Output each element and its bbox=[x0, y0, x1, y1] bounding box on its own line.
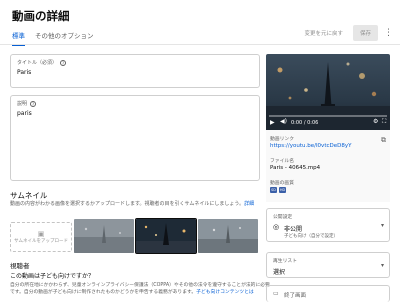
audience-description: 自分の所在地にかかわらず、児童オンラインプライバシー保護法（COPPA）やその他… bbox=[10, 282, 272, 296]
thumbnail-description: 動画の内容がわかる画像を選択するかアップロードします。視聴者の目を引くサムネイル… bbox=[10, 201, 262, 208]
chevron-down-icon: ▾ bbox=[380, 222, 384, 229]
video-info-panel: 動画リンク https://youtu.be/I0vtcDeD8yY ⧉ ファイ… bbox=[266, 130, 390, 202]
fullscreen-icon[interactable]: ⛶ bbox=[382, 118, 386, 126]
add-photo-icon: ▣ bbox=[37, 230, 45, 238]
video-link-label: 動画リンク bbox=[270, 137, 294, 142]
video-player[interactable]: ▶ ◀) 0:00 / 0:06 ⚙ ⛶ bbox=[266, 54, 390, 130]
visibility-label: 公開設定 bbox=[273, 215, 293, 220]
thumbnail-image bbox=[136, 219, 196, 253]
play-icon[interactable]: ▶ bbox=[270, 119, 275, 126]
description-input[interactable]: paris bbox=[17, 110, 32, 117]
quality-badge-sd: SD bbox=[270, 187, 277, 193]
description-field[interactable]: 説明 ? paris bbox=[10, 95, 260, 181]
quality-badge-hd: HD bbox=[279, 187, 286, 193]
title-field-label: タイトル（必須） bbox=[17, 60, 58, 66]
playlist-label: 再生リスト bbox=[273, 259, 297, 264]
visibility-off-icon: ◎ bbox=[273, 223, 280, 231]
end-screen-button[interactable]: ▭ 終了画面 bbox=[266, 285, 390, 302]
thumbnail-option[interactable] bbox=[74, 219, 134, 253]
video-link[interactable]: https://youtu.be/I0vtcDeD8yY bbox=[270, 143, 351, 149]
audience-question: この動画は子ども向けですか？ bbox=[10, 273, 95, 280]
playlist-value: 選択 bbox=[273, 269, 286, 276]
file-name-label: ファイル名 bbox=[270, 159, 294, 164]
end-screen-icon: ▭ bbox=[273, 290, 279, 297]
description-field-label-row: 説明 ? bbox=[17, 100, 37, 107]
header-divider bbox=[0, 44, 400, 45]
thumbnail-option-selected[interactable] bbox=[135, 218, 197, 254]
progress-bar[interactable] bbox=[269, 115, 387, 117]
playlist-select[interactable]: 再生リスト 選択 ▾ bbox=[266, 252, 390, 278]
player-controls: ▶ ◀) 0:00 / 0:06 ⚙ ⛶ bbox=[266, 114, 390, 130]
made-for-kids-link[interactable]: 子ども向けコンテンツとは bbox=[196, 290, 254, 295]
visibility-select[interactable]: 公開設定 ◎ 非公開 子ども向け（自分で設定） ▾ bbox=[266, 208, 390, 242]
video-quality-label: 動画の画質 bbox=[270, 181, 294, 186]
time-readout: 0:00 / 0:06 bbox=[291, 120, 319, 126]
copy-icon[interactable]: ⧉ bbox=[381, 136, 386, 145]
help-icon[interactable]: ? bbox=[30, 100, 37, 107]
visibility-sub: 子ども向け（自分で設定） bbox=[284, 234, 338, 239]
thumbnail-image bbox=[74, 219, 134, 253]
upload-thumbnail-label: サムネイルをアップロード bbox=[14, 239, 68, 244]
undo-changes-button[interactable]: 変更を元に戻す bbox=[300, 25, 347, 41]
page-title: 動画の詳細 bbox=[12, 9, 70, 23]
thumbnail-description-text: 動画の内容がわかる画像を選択するかアップロードします。視聴者の目を引くサムネイル… bbox=[10, 201, 245, 207]
title-field[interactable]: タイトル（必須） ? Paris bbox=[10, 54, 260, 88]
settings-gear-icon[interactable]: ⚙ bbox=[373, 118, 378, 125]
chevron-down-icon: ▾ bbox=[380, 262, 384, 269]
more-vert-icon[interactable]: ⋮ bbox=[384, 28, 393, 38]
thumbnail-option[interactable] bbox=[198, 219, 258, 253]
title-field-label-row: タイトル（必須） ? bbox=[17, 59, 67, 66]
volume-icon[interactable]: ◀) bbox=[280, 118, 287, 125]
upload-thumbnail-button[interactable]: ▣ サムネイルをアップロード bbox=[10, 222, 72, 252]
title-input[interactable]: Paris bbox=[17, 69, 31, 76]
save-button[interactable]: 保存 bbox=[352, 25, 378, 41]
header-actions: 変更を元に戻す 保存 ⋮ bbox=[300, 25, 393, 41]
visibility-value: 非公開 bbox=[284, 226, 303, 233]
thumbnail-learn-more-link[interactable]: 詳細 bbox=[244, 201, 254, 207]
audience-heading: 視聴者 bbox=[10, 262, 30, 270]
description-field-label: 説明 bbox=[17, 101, 28, 107]
thumbnail-image bbox=[198, 219, 258, 253]
thumbnail-heading: サムネイル bbox=[10, 191, 48, 200]
help-icon[interactable]: ? bbox=[60, 59, 67, 66]
file-name: Paris - 40645.mp4 bbox=[270, 165, 321, 171]
end-screen-label: 終了画面 bbox=[284, 293, 307, 299]
